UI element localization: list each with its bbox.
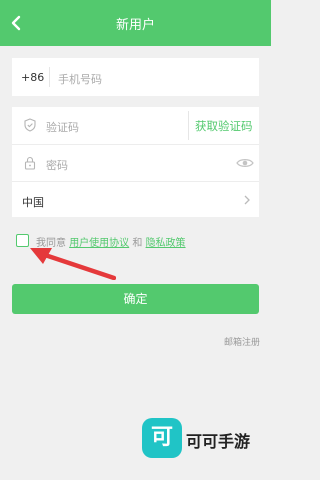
header-bar: 新用户 <box>0 0 271 46</box>
agreement-and: 和 <box>132 238 143 249</box>
page-title: 新用户 <box>115 18 155 33</box>
annotation-arrow <box>30 248 116 280</box>
watermark-logo: 可 <box>142 418 182 458</box>
divider <box>188 111 189 140</box>
shield-icon <box>24 118 36 132</box>
country-value: 中国 <box>22 196 44 209</box>
code-field[interactable]: 验证码 获取验证码 <box>12 107 259 144</box>
code-input-placeholder[interactable]: 验证码 <box>46 119 79 135</box>
email-register-link[interactable]: 邮箱注册 <box>224 335 260 348</box>
password-input-placeholder[interactable]: 密码 <box>46 157 68 173</box>
country-selector[interactable]: 中国 <box>12 181 259 217</box>
phone-field[interactable]: +86 手机号码 <box>12 58 259 96</box>
watermark: 可 可可手游 <box>142 418 262 460</box>
get-code-button[interactable]: 获取验证码 <box>195 118 253 134</box>
watermark-text: 可可手游 <box>186 432 251 451</box>
divider <box>49 67 50 87</box>
eye-icon[interactable] <box>236 155 254 171</box>
country-code[interactable]: +86 <box>21 71 44 84</box>
form-card: 验证码 获取验证码 密码 中国 <box>12 107 259 217</box>
password-field[interactable]: 密码 <box>12 144 259 181</box>
privacy-link[interactable]: 隐私政策 <box>146 238 186 249</box>
phone-input-placeholder[interactable]: 手机号码 <box>58 71 102 87</box>
lock-icon <box>24 156 36 170</box>
confirm-button[interactable]: 确定 <box>12 284 259 314</box>
chevron-right-icon <box>244 195 250 205</box>
